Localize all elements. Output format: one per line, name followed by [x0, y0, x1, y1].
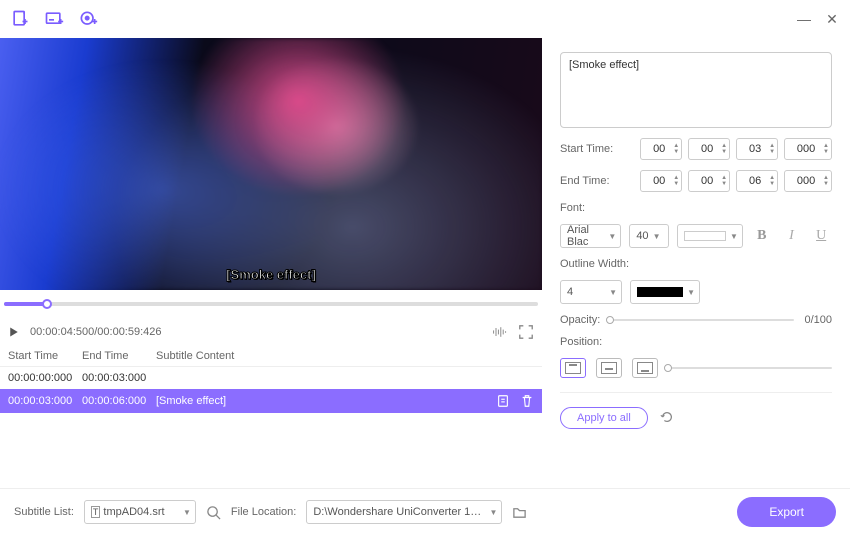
add-file-icon[interactable] — [10, 9, 30, 29]
table-row[interactable]: 00:00:03:000 00:00:06:000 [Smoke effect] — [0, 389, 542, 413]
end-seconds-stepper[interactable]: 06▲▼ — [736, 170, 778, 192]
end-hours-stepper[interactable]: 00▲▼ — [640, 170, 682, 192]
record-icon[interactable] — [78, 9, 98, 29]
position-top-button[interactable] — [560, 358, 586, 378]
position-bottom-button[interactable] — [632, 358, 658, 378]
start-seconds-stepper[interactable]: 03▲▼ — [736, 138, 778, 160]
edit-row-icon[interactable] — [496, 394, 510, 408]
close-button[interactable]: ✕ — [824, 11, 840, 27]
subtitle-list-label: Subtitle List: — [14, 506, 74, 518]
opacity-value: 0/100 — [804, 314, 832, 326]
end-time-label: End Time: — [560, 175, 622, 187]
font-label: Font: — [560, 202, 832, 214]
start-hours-stepper[interactable]: 00▲▼ — [640, 138, 682, 160]
outline-label: Outline Width: — [560, 258, 832, 270]
position-slider[interactable] — [668, 367, 832, 369]
file-location-label: File Location: — [231, 506, 296, 518]
subtitle-text-input[interactable] — [560, 52, 832, 128]
timeline[interactable] — [0, 290, 542, 318]
play-button[interactable] — [8, 326, 20, 338]
italic-button[interactable]: I — [781, 225, 803, 247]
file-location-select[interactable]: D:\Wondershare UniConverter 13\SubEd▼ — [306, 500, 502, 524]
end-minutes-stepper[interactable]: 00▲▼ — [688, 170, 730, 192]
end-ms-stepper[interactable]: 000▲▼ — [784, 170, 832, 192]
video-preview[interactable]: [Smoke effect] — [0, 38, 542, 290]
minimize-button[interactable]: — — [796, 11, 812, 27]
font-family-select[interactable]: Arial Blac▼ — [560, 224, 621, 248]
preview-caption: [Smoke effect] — [226, 267, 316, 282]
export-button[interactable]: Export — [737, 497, 836, 527]
position-middle-button[interactable] — [596, 358, 622, 378]
waveform-icon[interactable] — [492, 324, 508, 340]
start-time-label: Start Time: — [560, 143, 622, 155]
add-subtitle-icon[interactable] — [44, 9, 64, 29]
fullscreen-icon[interactable] — [518, 324, 534, 340]
search-icon[interactable] — [206, 505, 221, 520]
outline-color-select[interactable]: ▼ — [630, 280, 700, 304]
start-ms-stepper[interactable]: 000▲▼ — [784, 138, 832, 160]
reset-icon[interactable] — [660, 410, 674, 427]
outline-width-select[interactable]: 4▼ — [560, 280, 622, 304]
font-size-select[interactable]: 40▼ — [629, 224, 669, 248]
underline-button[interactable]: U — [810, 225, 832, 247]
opacity-slider[interactable] — [610, 319, 794, 321]
font-color-select[interactable]: ▼ — [677, 224, 743, 248]
timecode: 00:00:04:500/00:00:59:426 — [30, 326, 162, 338]
folder-icon[interactable] — [512, 505, 527, 520]
opacity-label: Opacity: — [560, 314, 600, 326]
apply-to-all-button[interactable]: Apply to all — [560, 407, 648, 429]
table-row[interactable]: 00:00:00:000 00:00:03:000 — [0, 367, 542, 389]
titlebar: — ✕ — [0, 0, 850, 38]
subtitle-list-select[interactable]: T tmpAD04.srt▼ — [84, 500, 196, 524]
subtitle-table-header: Start Time End Time Subtitle Content — [0, 346, 542, 367]
start-minutes-stepper[interactable]: 00▲▼ — [688, 138, 730, 160]
bold-button[interactable]: B — [751, 225, 773, 247]
position-label: Position: — [560, 336, 832, 348]
delete-row-icon[interactable] — [520, 394, 534, 408]
